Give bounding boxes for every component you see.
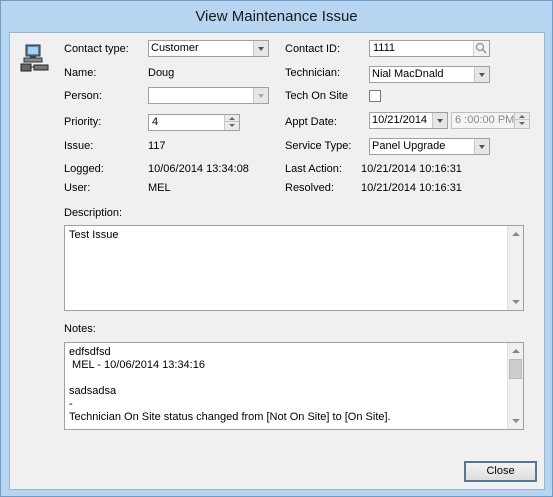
logged-label: Logged: bbox=[64, 163, 104, 175]
description-label: Description: bbox=[64, 207, 123, 219]
description-textarea[interactable]: Test Issue bbox=[64, 225, 524, 311]
technician-select[interactable]: Nial MacDnald bbox=[369, 66, 490, 83]
priority-value: 4 bbox=[152, 116, 159, 128]
search-icon[interactable] bbox=[473, 41, 489, 56]
window-title: View Maintenance Issue bbox=[195, 8, 358, 25]
dialog-client-area: Contact type: Name: Person: Priority: Is… bbox=[9, 32, 545, 490]
user-value: MEL bbox=[148, 182, 171, 194]
person-label: Person: bbox=[64, 90, 102, 102]
contact-id-value: 1111 bbox=[373, 42, 396, 54]
appt-time-value: 6 :00:00 PM bbox=[455, 114, 515, 126]
last-action-label: Last Action: bbox=[285, 163, 342, 175]
appt-date-picker[interactable]: 10/21/2014 bbox=[369, 112, 448, 129]
notes-textarea[interactable]: edfsdfsd MEL - 10/06/2014 13:34:16 sadsa… bbox=[64, 342, 524, 430]
tech-on-site-checkbox[interactable] bbox=[369, 90, 381, 102]
notes-scroll-thumb[interactable] bbox=[509, 359, 522, 379]
user-label: User: bbox=[64, 182, 91, 194]
logged-value: 10/06/2014 13:34:08 bbox=[148, 163, 249, 175]
description-text: Test Issue bbox=[69, 229, 119, 241]
scroll-down-icon[interactable] bbox=[508, 413, 523, 429]
name-value: Doug bbox=[148, 67, 175, 79]
chevron-down-icon[interactable] bbox=[253, 41, 268, 56]
chevron-down-icon[interactable] bbox=[474, 139, 489, 154]
close-button[interactable]: Close bbox=[464, 461, 537, 482]
person-select[interactable] bbox=[148, 87, 269, 104]
service-type-select[interactable]: Panel Upgrade bbox=[369, 138, 490, 155]
chevron-down-icon[interactable] bbox=[474, 67, 489, 82]
technician-label: Technician: bbox=[285, 67, 341, 79]
scroll-up-icon[interactable] bbox=[508, 226, 523, 242]
resolved-label: Resolved: bbox=[285, 182, 334, 194]
last-action-value: 10/21/2014 10:16:31 bbox=[361, 163, 462, 175]
service-type-label: Service Type: bbox=[285, 140, 352, 152]
priority-spin-buttons[interactable] bbox=[224, 115, 239, 130]
issue-value: 117 bbox=[148, 140, 166, 152]
appt-date-label: Appt Date: bbox=[285, 116, 337, 128]
contact-type-value: Customer bbox=[151, 42, 199, 54]
spin-down-icon[interactable] bbox=[515, 120, 529, 127]
chevron-down-icon[interactable] bbox=[432, 113, 447, 128]
priority-label: Priority: bbox=[64, 116, 102, 128]
description-scrollbar[interactable] bbox=[507, 226, 523, 310]
resolved-value: 10/21/2014 10:16:31 bbox=[361, 182, 462, 194]
spin-up-icon[interactable] bbox=[225, 115, 239, 122]
scroll-down-icon[interactable] bbox=[508, 294, 523, 310]
appt-time-spin-buttons[interactable] bbox=[514, 113, 529, 128]
contact-type-select[interactable]: Customer bbox=[148, 40, 269, 57]
chevron-down-icon[interactable] bbox=[253, 88, 268, 103]
appt-time-field[interactable]: 6 :00:00 PM bbox=[451, 112, 530, 129]
dialog-window: View Maintenance Issue Contact type: Nam… bbox=[0, 0, 553, 497]
computer-network-icon bbox=[20, 43, 50, 73]
tech-on-site-label: Tech On Site bbox=[285, 90, 348, 102]
name-label: Name: bbox=[64, 67, 97, 79]
technician-value: Nial MacDnald bbox=[372, 68, 444, 80]
contact-id-label: Contact ID: bbox=[285, 43, 341, 55]
issue-label: Issue: bbox=[64, 140, 94, 152]
service-type-value: Panel Upgrade bbox=[372, 140, 446, 152]
spin-down-icon[interactable] bbox=[225, 122, 239, 129]
contact-id-field[interactable]: 1111 bbox=[369, 40, 490, 57]
contact-type-label: Contact type: bbox=[64, 43, 129, 55]
appt-date-value: 10/21/2014 bbox=[372, 114, 428, 126]
scroll-up-icon[interactable] bbox=[508, 343, 523, 359]
notes-label: Notes: bbox=[64, 323, 96, 335]
notes-text: edfsdfsd MEL - 10/06/2014 13:34:16 sadsa… bbox=[69, 346, 391, 423]
spin-up-icon[interactable] bbox=[515, 113, 529, 120]
notes-scrollbar[interactable] bbox=[507, 343, 523, 429]
priority-spinner[interactable]: 4 bbox=[148, 114, 240, 131]
